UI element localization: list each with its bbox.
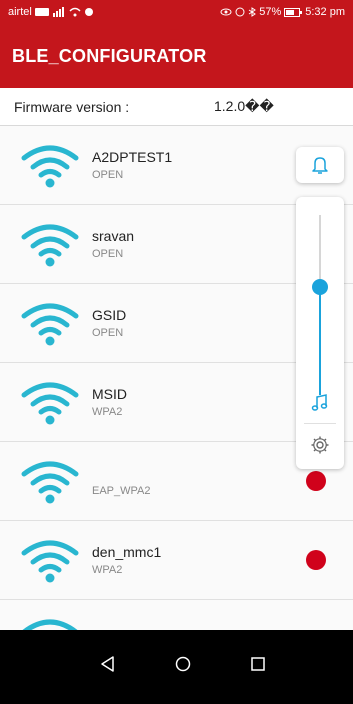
network-ssid <box>92 465 151 483</box>
wifi-icon <box>21 303 79 346</box>
network-security: WPA2 <box>92 564 123 576</box>
volume-slider-thumb[interactable] <box>312 279 328 295</box>
battery-icon <box>284 7 303 17</box>
wifi-icon <box>21 540 79 583</box>
recents-icon[interactable] <box>246 652 270 676</box>
wifi-icon <box>22 619 78 630</box>
eye-icon <box>220 8 232 16</box>
volte-icon <box>34 8 49 16</box>
firmware-value: 1.2.0�� <box>214 98 274 114</box>
volume-divider <box>304 423 336 424</box>
navigation-bar <box>0 630 353 704</box>
network-security: EAP_WPA2 <box>92 485 151 497</box>
wifi-icon <box>21 382 79 425</box>
home-icon[interactable] <box>171 652 195 676</box>
back-icon[interactable] <box>96 652 120 676</box>
network-ssid: A2DPTEST1 <box>92 149 173 165</box>
volume-slider-fill <box>319 287 321 395</box>
wifi-icon <box>21 224 79 267</box>
network-ssid: MSID <box>92 386 127 402</box>
music-note-icon[interactable] <box>310 393 330 413</box>
network-security: WPA2 <box>92 406 123 418</box>
chat-icon <box>84 8 93 16</box>
battery-percent: 57% <box>259 6 282 18</box>
firmware-label: Firmware version : <box>14 98 130 115</box>
app-bar: BLE_CONFIGURATOR <box>0 24 353 88</box>
firmware-row: Firmware version : 1.2.0�� <box>0 88 353 126</box>
gear-icon[interactable] <box>310 435 330 455</box>
carrier-label: airtel <box>8 6 32 18</box>
status-bar: airtel 57% 5:32 pm <box>0 0 353 24</box>
network-ssid: GSID <box>92 307 127 323</box>
clock: 5:32 pm <box>305 6 345 18</box>
ringer-mode-button[interactable] <box>296 147 344 183</box>
network-security: OPEN <box>92 248 124 260</box>
volume-panel <box>296 197 344 469</box>
bell-icon <box>312 157 328 174</box>
network-security: OPEN <box>92 169 124 181</box>
network-security: OPEN <box>92 327 124 339</box>
wifi-icon <box>21 145 79 188</box>
network-ssid: sravan <box>92 228 135 244</box>
wifi-icon <box>21 461 79 504</box>
bluetooth-icon <box>248 7 257 17</box>
status-dot <box>306 550 326 570</box>
list-item[interactable]: den_mmc1 WPA2 <box>0 521 353 600</box>
network-ssid: den_mmc1 <box>92 544 162 560</box>
alarm-icon <box>235 7 245 17</box>
app-title: BLE_CONFIGURATOR <box>12 45 207 66</box>
status-wifi-icon <box>69 7 81 17</box>
list-item[interactable] <box>0 600 353 630</box>
signal-icon <box>52 7 64 17</box>
status-dot <box>306 471 326 491</box>
